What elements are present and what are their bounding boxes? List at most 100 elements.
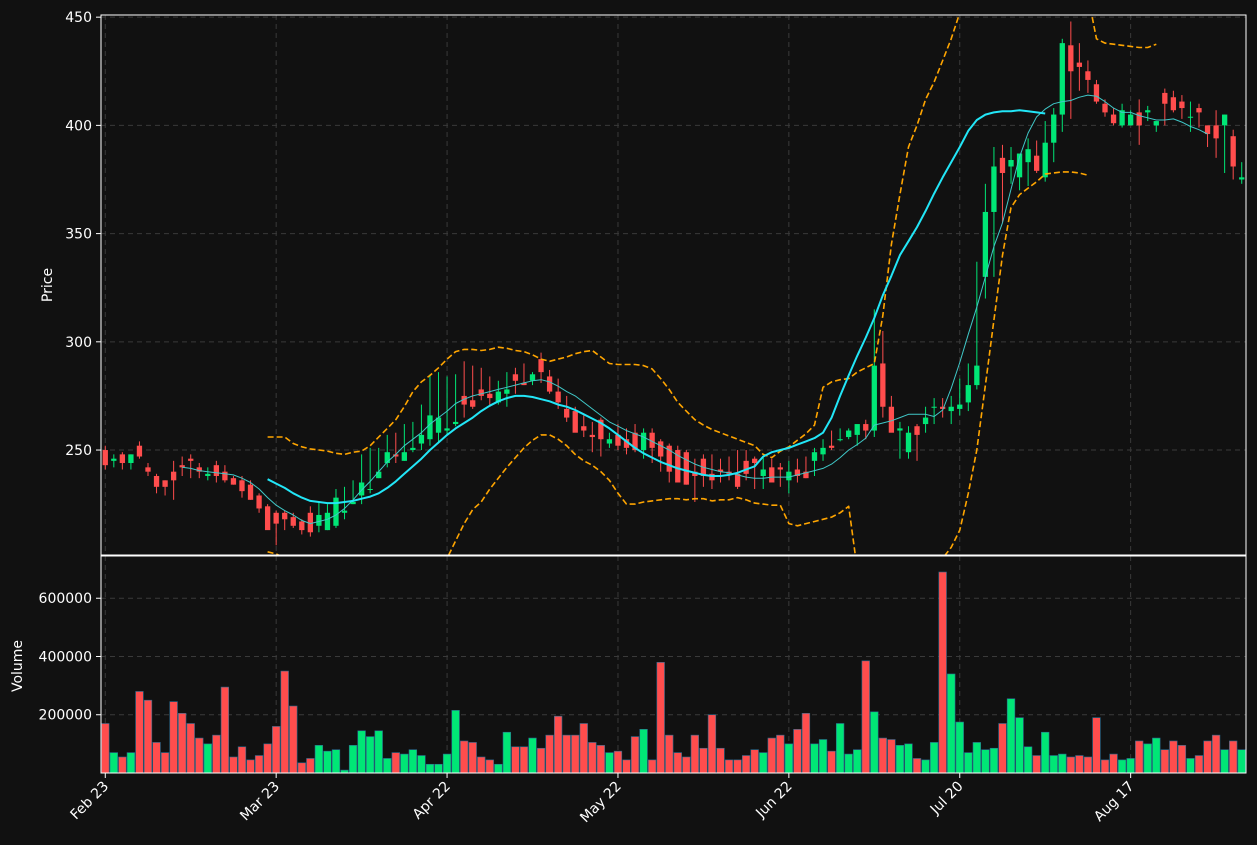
candle-down [478, 389, 484, 396]
volume-bar [485, 759, 494, 773]
volume-bar [716, 747, 725, 773]
candle-up [786, 471, 792, 481]
volume-bar [195, 737, 204, 773]
candle-down [239, 480, 245, 492]
volume-bar [605, 752, 614, 773]
candle-up [401, 452, 407, 461]
candle-up [205, 473, 211, 477]
volume-bar [502, 731, 512, 773]
candle-down [683, 452, 689, 485]
candle-up [367, 488, 373, 490]
volume-bar [391, 752, 400, 773]
candle-down [658, 441, 664, 457]
volume-bar [511, 746, 520, 773]
candle-down [1162, 92, 1168, 104]
volume-bar [178, 712, 187, 773]
volume-bar [844, 753, 853, 773]
volume-bar [1152, 737, 1161, 773]
candle-down [170, 471, 177, 481]
volume-bar [1100, 759, 1110, 773]
candle-up [341, 510, 348, 513]
volume-bar [383, 758, 392, 773]
volume-bar [673, 752, 682, 773]
volume-bar [571, 734, 580, 773]
candle-up [452, 421, 459, 425]
volume-bar [707, 714, 717, 773]
candle-down [136, 445, 143, 457]
candle-down [863, 424, 869, 431]
candle-down [299, 521, 305, 531]
candle-up [444, 428, 450, 431]
volume-bar [793, 729, 802, 773]
candle-up [358, 482, 365, 496]
candle-up [111, 458, 117, 461]
volume-bar [519, 746, 529, 773]
volume-bar [665, 734, 674, 773]
volume-bar [989, 747, 999, 773]
volume-bar [126, 752, 136, 773]
volume-bar [818, 739, 828, 773]
price-tick-label: 450 [65, 10, 92, 26]
volume-bar [203, 743, 212, 773]
volume-bar [810, 743, 819, 773]
candle-down [256, 495, 262, 509]
candle-up [410, 447, 416, 451]
volume-bar [425, 763, 435, 773]
volume-bar [152, 742, 161, 773]
volume-bar [562, 734, 571, 773]
candle-down [564, 408, 570, 418]
candle-up [418, 434, 425, 444]
volume-bar [998, 723, 1007, 773]
candle-up [529, 374, 536, 381]
candle-down [1068, 45, 1074, 72]
candle-up [1051, 114, 1057, 143]
volume-bar [853, 749, 862, 773]
volume-bar [964, 752, 973, 773]
volume-bar [237, 746, 247, 773]
volume-bar [272, 726, 281, 773]
volume-bar [1049, 755, 1058, 773]
candle-down [1230, 136, 1236, 167]
candle-down [1034, 155, 1040, 171]
candle-down [1213, 125, 1219, 139]
candle-up [846, 430, 852, 438]
candle-up [1059, 43, 1065, 115]
volume-bar [314, 745, 324, 773]
volume-bar [981, 749, 990, 773]
volume-bar [1177, 745, 1187, 773]
candle-up [760, 469, 766, 477]
candle-down [1093, 84, 1100, 102]
candle-down [145, 467, 151, 472]
volume-bar [1083, 756, 1093, 773]
volume-bar [955, 721, 964, 773]
candle-down [282, 512, 288, 520]
volume-bar [417, 755, 426, 773]
volume-bar [1237, 749, 1246, 773]
volume-bar [357, 730, 366, 773]
volume-bar [331, 749, 341, 773]
candle-up [965, 385, 971, 403]
volume-bar [1169, 740, 1178, 773]
candle-down [555, 391, 561, 403]
volume-bar [118, 756, 127, 773]
volume-tick-label: 200000 [39, 708, 92, 724]
candle-up [931, 406, 937, 408]
volume-bar [1006, 698, 1016, 773]
candle-down [1085, 71, 1091, 80]
volume-bar [647, 759, 657, 773]
candle-down [119, 454, 126, 464]
volume-bar [622, 759, 631, 773]
candle-down [752, 458, 758, 464]
candle-up [982, 211, 989, 277]
volume-bar [135, 691, 144, 773]
volume-bar [1032, 755, 1041, 773]
volume-bar [306, 758, 315, 773]
candle-down [162, 480, 168, 487]
candle-up [1153, 121, 1159, 126]
candle-up [316, 514, 322, 526]
volume-bar [101, 723, 110, 773]
volume-bar [408, 749, 418, 773]
candle-down [264, 506, 271, 531]
volume-bar [109, 752, 118, 773]
candle-down [743, 460, 749, 474]
